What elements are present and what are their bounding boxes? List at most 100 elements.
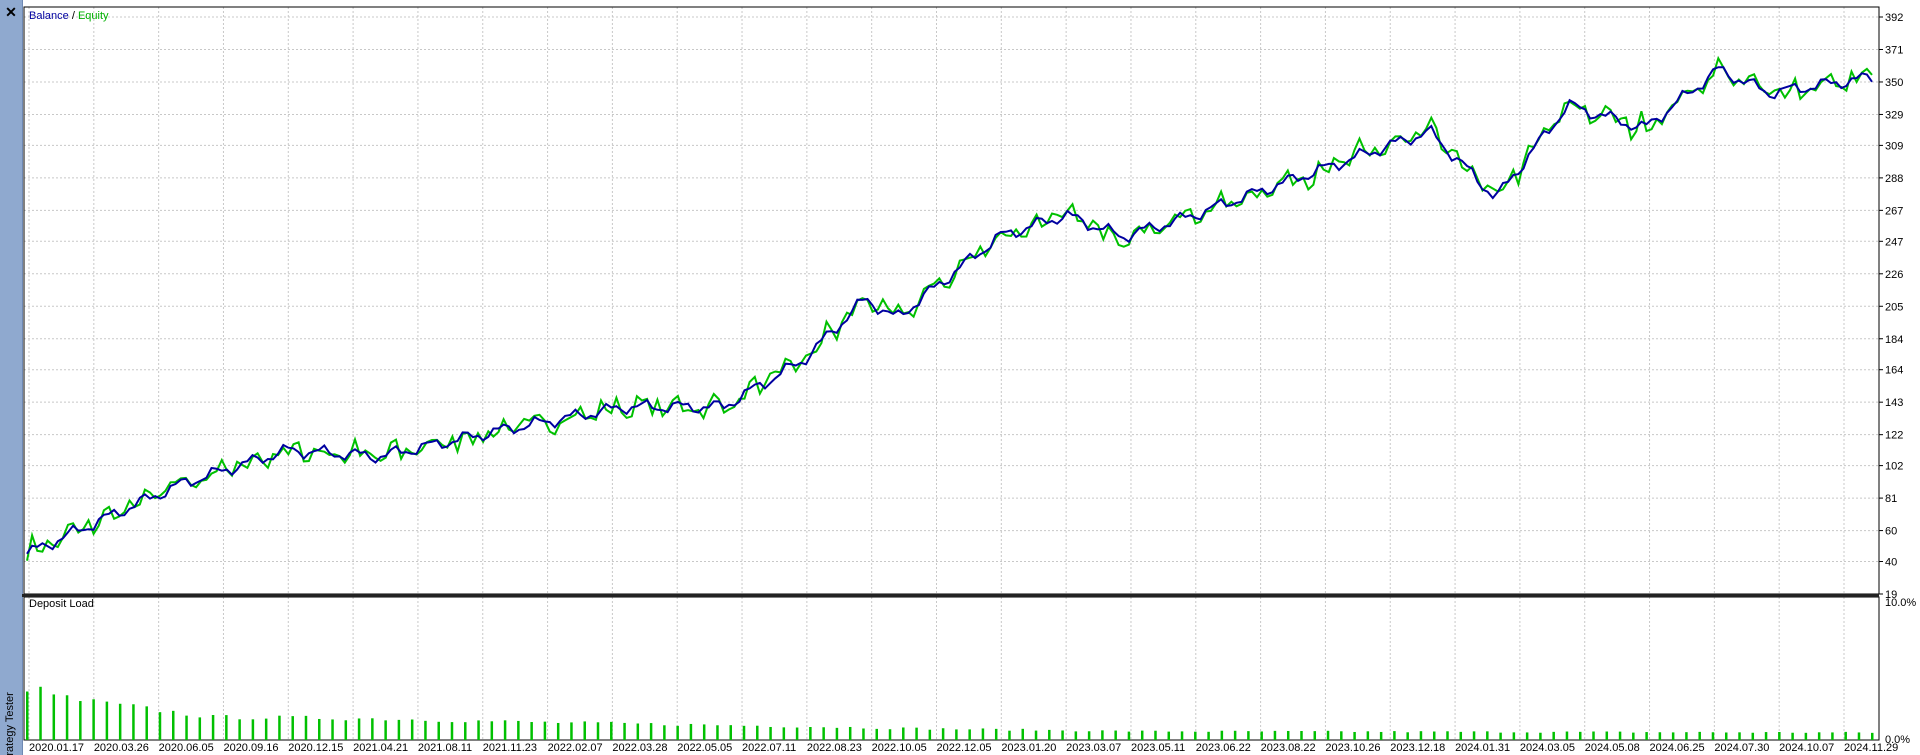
deposit-load-bar <box>1048 729 1051 740</box>
deposit-load-bar <box>52 694 56 740</box>
x-tick-label: 2022.10.05 <box>872 742 927 754</box>
deposit-load-bar <box>304 715 308 740</box>
x-tick-label: 2024.01.31 <box>1455 742 1510 754</box>
deposit-load-bar <box>1233 730 1237 740</box>
deposit-load-bar <box>1764 732 1768 740</box>
deposit-load-bar <box>1379 731 1383 740</box>
deposit-load-bar <box>1578 731 1582 740</box>
x-tick-label: 2020.03.26 <box>94 742 149 754</box>
x-tick-label: 2022.07.11 <box>742 742 796 754</box>
deposit-load-bar <box>1008 730 1011 740</box>
deposit-load-bar <box>623 722 626 740</box>
deposit-load-bar <box>371 718 374 740</box>
deposit-load-bar <box>503 720 507 740</box>
deposit-load-bar <box>994 728 998 740</box>
deposit-load-bar <box>198 717 202 740</box>
deposit-load-bar <box>716 725 719 740</box>
deposit-load-bar <box>1127 731 1131 740</box>
y-tick-label: 267 <box>1885 205 1903 217</box>
x-tick-label: 2023.03.07 <box>1066 742 1121 754</box>
deposit-load-bar <box>437 721 440 740</box>
x-tick-label: 2021.04.21 <box>353 742 408 754</box>
x-tick-label: 2024.10.07 <box>1779 742 1834 754</box>
deposit-load-bar <box>1087 731 1091 740</box>
y-tick-label: 226 <box>1885 269 1903 281</box>
deposit-load-bar <box>570 722 573 740</box>
deposit-load-bar <box>132 704 135 740</box>
deposit-load-bar <box>1326 730 1330 740</box>
deposit-load-bar <box>1286 730 1290 740</box>
deposit-load-bar <box>1817 732 1821 740</box>
deposit-load-bar <box>583 721 586 740</box>
deposit-load-bar <box>1565 731 1569 740</box>
deposit-load-bar <box>729 725 732 740</box>
x-tick-label: 2020.09.16 <box>223 742 278 754</box>
deposit-load-bar <box>118 703 122 740</box>
y-tick-label: 350 <box>1885 77 1903 89</box>
deposit-load-bar <box>928 729 932 740</box>
deposit-load-bar <box>225 715 228 740</box>
deposit-load-bar <box>1738 732 1741 740</box>
y-tick-label: 40 <box>1885 557 1897 569</box>
deposit-load-bar <box>649 723 653 740</box>
y-tick-label: 247 <box>1885 236 1903 248</box>
y-tick-label: 184 <box>1885 334 1903 346</box>
deposit-load-bar <box>1074 731 1078 740</box>
deposit-load-bar <box>185 715 188 740</box>
deposit-load-frame <box>23 596 1880 741</box>
deposit-load-bar <box>1552 731 1555 740</box>
deposit-load-bar <box>158 712 162 740</box>
deposit-load-bar <box>1393 731 1396 740</box>
y-tick-label: 309 <box>1885 140 1903 152</box>
y-tick-label: 329 <box>1885 109 1903 121</box>
balance-equity-frame <box>23 6 1880 595</box>
deposit-load-bar <box>1791 732 1794 740</box>
x-tick-label: 2022.08.23 <box>807 742 862 754</box>
deposit-load-bar <box>1486 731 1489 740</box>
x-tick-label: 2022.05.05 <box>677 742 732 754</box>
deposit-load-bar <box>822 727 825 740</box>
deposit-load-bar <box>424 720 427 740</box>
x-tick-label: 2023.10.26 <box>1325 742 1380 754</box>
deposit-load-bar <box>1472 731 1476 740</box>
deposit-load-grid <box>28 597 1845 740</box>
x-tick-label: 2024.07.30 <box>1714 742 1769 754</box>
deposit-load-bars <box>26 686 1874 740</box>
deposit-load-bar <box>955 729 958 740</box>
chart-title: Balance / Equity <box>29 10 109 22</box>
deposit-load-bar <box>1831 732 1834 740</box>
deposit-load-bar <box>1114 730 1117 740</box>
deposit-load-bar <box>702 724 706 740</box>
deposit-load-bar <box>344 720 348 740</box>
y-tick-label: 60 <box>1885 526 1897 538</box>
y-tick-label: 102 <box>1885 461 1903 473</box>
deposit-load-bar <box>357 718 361 740</box>
deposit-load-bar <box>941 728 945 740</box>
deposit-load-bar <box>264 718 268 740</box>
deposit-load-bar <box>1711 732 1715 740</box>
y-tick-label: 122 <box>1885 430 1903 442</box>
deposit-load-bar <box>742 725 746 740</box>
deposit-load-bar <box>1724 732 1728 740</box>
deposit-load-bar <box>92 699 95 740</box>
deposit-load-bar <box>251 719 255 740</box>
deposit-load-bar <box>65 695 69 740</box>
deposit-load-bar <box>1499 732 1502 740</box>
deposit-load-bar <box>410 719 414 740</box>
balance-equity-grid <box>24 7 1879 595</box>
deposit-load-bar <box>1154 730 1157 740</box>
deposit-load-bar <box>1167 731 1171 740</box>
deposit-load-bar <box>1021 728 1025 740</box>
deposit-load-bar <box>543 721 547 740</box>
legend-equity: Equity <box>78 10 109 22</box>
deposit-load-bar <box>1140 730 1144 740</box>
deposit-load-bar <box>1459 731 1463 740</box>
deposit-load-bar <box>676 725 679 740</box>
deposit-load-bar <box>795 727 799 740</box>
deposit-load-bar <box>1220 730 1224 740</box>
deposit-load-bar <box>1804 732 1808 740</box>
deposit-load-bar <box>1446 731 1449 740</box>
deposit-load-bar <box>1857 732 1861 740</box>
deposit-load-bar <box>1273 730 1277 740</box>
deposit-load-bar <box>689 723 693 740</box>
